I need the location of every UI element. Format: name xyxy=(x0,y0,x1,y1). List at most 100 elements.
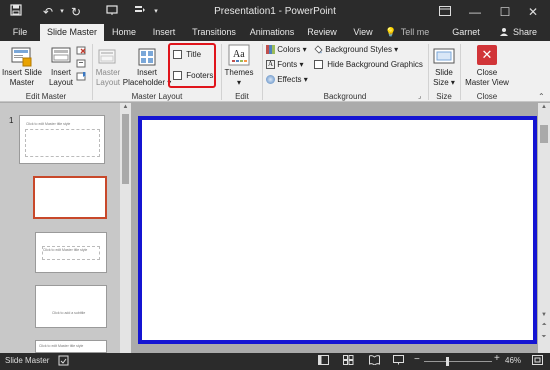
master-thumbnail[interactable]: Click to edit Master title style xyxy=(19,115,105,164)
themes-label: Themes xyxy=(224,68,254,77)
maximize-icon[interactable]: ☐ xyxy=(490,0,520,24)
share-button[interactable]: Share xyxy=(510,24,540,41)
layout-thumbnail-selected[interactable] xyxy=(33,176,107,219)
zoom-slider-handle[interactable] xyxy=(446,357,449,366)
effects-label: Effects xyxy=(277,75,302,84)
zoom-slider[interactable] xyxy=(424,361,492,362)
tab-view[interactable]: View xyxy=(348,24,378,41)
slide-canvas[interactable] xyxy=(138,116,537,344)
reading-view-icon[interactable] xyxy=(369,355,380,367)
rename-icon[interactable] xyxy=(76,58,87,71)
previous-slide-icon[interactable]: ⏶ xyxy=(539,322,549,329)
master-layout-label-1: Master xyxy=(95,68,121,77)
insert-slide-master-button[interactable]: Insert Slide Master xyxy=(0,68,44,88)
insert-placeholder-label-1: Insert xyxy=(136,68,157,77)
next-slide-icon[interactable]: ⏷ xyxy=(539,334,549,341)
preserve-icon[interactable] xyxy=(76,71,87,84)
ribbon-display-options-icon[interactable] xyxy=(430,0,460,24)
scroll-up-icon[interactable]: ▲ xyxy=(121,104,130,110)
fonts-label: Fonts xyxy=(277,60,298,69)
close-window-icon[interactable]: ✕ xyxy=(518,0,548,24)
subtitle-thumbnail[interactable]: Click to add a subtitle xyxy=(35,285,107,328)
tab-animations[interactable]: Animations xyxy=(246,24,298,41)
insert-placeholder-button[interactable]: Insert Placeholder ▾ xyxy=(122,68,172,88)
slide-size-icon xyxy=(433,45,455,69)
last-thumbnail[interactable]: Click to edit Master title style xyxy=(35,340,107,353)
editor-scrollbar-thumb[interactable] xyxy=(540,125,548,143)
slide-size-label-2: Size xyxy=(433,78,449,87)
colors-icon xyxy=(266,45,275,55)
fonts-button[interactable]: A Fonts ▾ xyxy=(266,59,304,71)
colors-button[interactable]: Colors ▾ xyxy=(266,44,307,56)
group-separator xyxy=(92,44,93,100)
subtitle-thumbnail-text: Click to add a subtitle xyxy=(52,311,86,315)
background-styles-button[interactable]: Background Styles ▾ xyxy=(314,44,398,56)
slide-size-button[interactable]: Slide Size ▾ xyxy=(428,68,460,88)
editor-scroll-up-icon[interactable]: ▲ xyxy=(539,104,549,110)
insert-slide-master-label-1: Insert Slide xyxy=(1,68,43,77)
dropdown-arrow-icon: ▾ xyxy=(301,75,308,84)
background-styles-label: Background Styles xyxy=(325,45,392,54)
minimize-icon[interactable]: — xyxy=(460,0,490,24)
tab-insert[interactable]: Insert xyxy=(146,24,182,41)
tab-review[interactable]: Review xyxy=(302,24,342,41)
lightbulb-icon: 💡 xyxy=(385,27,397,37)
thumbnail-scrollbar-thumb[interactable] xyxy=(122,114,129,184)
zoom-level[interactable]: 46% xyxy=(505,356,521,365)
close-group-label: Close xyxy=(476,92,498,101)
group-separator xyxy=(460,44,461,100)
view-name: Slide Master xyxy=(5,356,50,365)
slide-sorter-icon[interactable] xyxy=(343,355,354,367)
insert-placeholder-label-2: Placeholder xyxy=(122,78,165,87)
tell-me-box[interactable]: Tell me xyxy=(398,24,432,41)
master-layout-icon xyxy=(97,47,117,69)
accessibility-icon[interactable] xyxy=(58,355,69,368)
size-group-label: Size xyxy=(436,92,452,101)
close-master-view-button[interactable]: Close Master View xyxy=(462,68,512,88)
highlight-box xyxy=(168,43,216,88)
hide-background-graphics-label: Hide Background Graphics xyxy=(327,60,423,69)
hide-background-graphics-box[interactable] xyxy=(314,60,323,70)
zoom-out-icon[interactable]: − xyxy=(414,354,420,365)
dialog-launcher-icon[interactable]: ⌟ xyxy=(418,92,421,100)
master-layout-button[interactable]: Master Layout xyxy=(94,68,122,88)
insert-layout-icon xyxy=(50,45,72,69)
editor-scroll-down-icon[interactable]: ▼ xyxy=(539,312,549,318)
themes-button[interactable]: Themes ▾ xyxy=(222,68,256,88)
effects-button[interactable]: Effects ▾ xyxy=(266,74,308,86)
slide-number: 1 xyxy=(9,116,14,125)
tab-slide-master[interactable]: Slide Master xyxy=(40,24,104,41)
master-body-placeholder xyxy=(25,129,100,157)
insert-slide-master-icon xyxy=(10,45,32,69)
insert-layout-button[interactable]: Insert Layout xyxy=(44,68,78,88)
tab-home[interactable]: Home xyxy=(106,24,142,41)
normal-view-icon[interactable] xyxy=(318,355,329,367)
dropdown-arrow-icon: ▾ xyxy=(391,45,399,54)
insert-layout-label-2: Layout xyxy=(48,78,74,87)
close-master-view-label-1: Close xyxy=(476,68,498,77)
zoom-in-icon[interactable]: + xyxy=(494,353,500,364)
layout-thumbnail[interactable]: Click to edit Master title style xyxy=(35,232,107,273)
hide-background-graphics-checkbox[interactable]: Hide Background Graphics xyxy=(314,59,423,71)
save-icon[interactable] xyxy=(8,4,24,20)
user-name[interactable]: Garnet Indezi... xyxy=(436,24,496,54)
insert-placeholder-icon xyxy=(137,47,157,69)
redo-icon[interactable]: ↻ xyxy=(68,4,84,20)
from-beginning-icon[interactable] xyxy=(104,4,120,20)
slideshow-view-icon[interactable] xyxy=(393,355,404,367)
colors-label: Colors xyxy=(277,45,301,54)
dropdown-arrow-icon: ▾ xyxy=(448,78,455,87)
fit-slide-icon[interactable] xyxy=(532,355,543,367)
qat-tool-icon[interactable] xyxy=(132,4,148,20)
dropdown-arrow-icon: ▾ xyxy=(300,45,307,54)
close-master-view-label-2: Master View xyxy=(465,78,509,87)
tab-file[interactable]: File xyxy=(6,24,34,41)
customize-qat-icon[interactable]: ▾ xyxy=(148,4,164,20)
edit-theme-group-label: Edit Theme xyxy=(230,92,255,111)
edit-master-group-label: Edit Master xyxy=(25,92,67,101)
themes-dropdown-icon: ▾ xyxy=(236,78,241,87)
delete-icon[interactable] xyxy=(76,45,87,58)
collapse-ribbon-icon[interactable]: ⌃ xyxy=(538,92,545,101)
tab-transitions[interactable]: Transitions xyxy=(186,24,242,41)
share-person-icon xyxy=(498,24,510,41)
